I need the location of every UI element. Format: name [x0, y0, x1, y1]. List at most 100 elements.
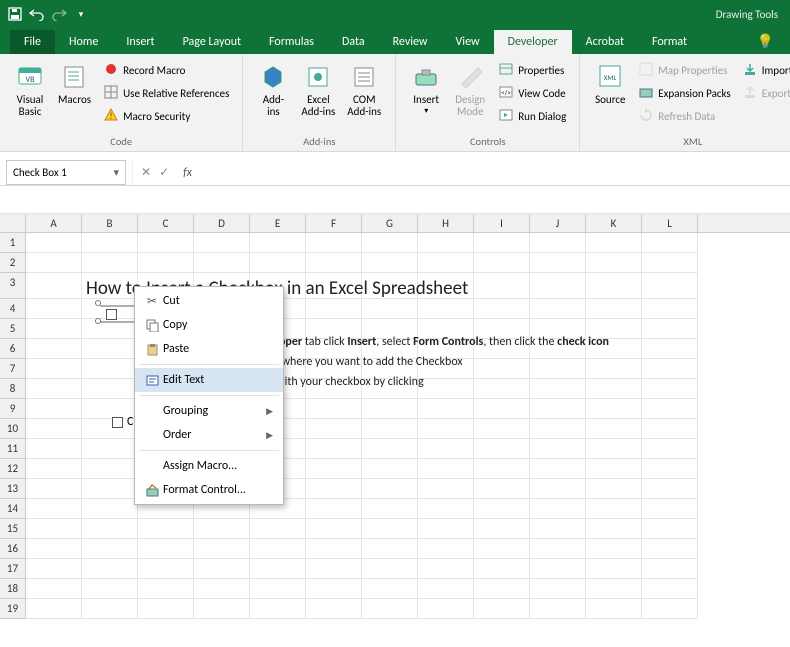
cell[interactable] — [82, 319, 138, 339]
cell[interactable] — [642, 439, 698, 459]
cell[interactable] — [82, 599, 138, 619]
cell[interactable] — [642, 253, 698, 273]
cell[interactable] — [642, 319, 698, 339]
ctx-order[interactable]: Order▶ — [135, 423, 283, 447]
cell[interactable] — [306, 579, 362, 599]
cell[interactable] — [306, 439, 362, 459]
tab-view[interactable]: View — [442, 30, 494, 54]
cell[interactable] — [306, 559, 362, 579]
cell[interactable] — [26, 579, 82, 599]
cell[interactable] — [586, 479, 642, 499]
cell[interactable] — [26, 273, 82, 299]
row-header[interactable]: 1 — [0, 233, 26, 253]
cell[interactable] — [530, 399, 586, 419]
cell[interactable] — [586, 233, 642, 253]
cell[interactable] — [530, 379, 586, 399]
cell[interactable] — [642, 599, 698, 619]
com-addins-button[interactable]: COM Add-ins — [341, 58, 387, 120]
cell[interactable] — [82, 499, 138, 519]
cell[interactable] — [642, 479, 698, 499]
row-header[interactable]: 15 — [0, 519, 26, 539]
cell[interactable] — [642, 459, 698, 479]
cell[interactable] — [418, 579, 474, 599]
addins-button[interactable]: Add- ins — [251, 58, 295, 120]
cell[interactable] — [530, 479, 586, 499]
cell[interactable] — [418, 599, 474, 619]
cell[interactable] — [194, 233, 250, 253]
run-dialog-button[interactable]: Run Dialog — [496, 106, 569, 127]
cell[interactable] — [362, 519, 418, 539]
cell[interactable] — [26, 539, 82, 559]
formula-input[interactable] — [200, 160, 790, 185]
cell[interactable] — [362, 273, 418, 299]
cell[interactable] — [418, 299, 474, 319]
cell[interactable] — [530, 359, 586, 379]
row-header[interactable]: 5 — [0, 319, 26, 339]
cell[interactable] — [642, 519, 698, 539]
col-header-H[interactable]: H — [418, 214, 474, 232]
cell[interactable] — [642, 233, 698, 253]
redo-icon[interactable] — [50, 5, 68, 23]
cell[interactable] — [418, 319, 474, 339]
row-header[interactable]: 17 — [0, 559, 26, 579]
cancel-icon[interactable]: ✕ — [141, 165, 151, 180]
cell[interactable] — [26, 319, 82, 339]
cell[interactable] — [82, 273, 138, 299]
tab-insert[interactable]: Insert — [112, 30, 168, 54]
cell[interactable] — [194, 559, 250, 579]
cell[interactable] — [418, 253, 474, 273]
cell[interactable] — [474, 439, 530, 459]
source-button[interactable]: XMLSource — [588, 58, 632, 108]
cell[interactable] — [82, 559, 138, 579]
cell[interactable] — [530, 273, 586, 299]
cell[interactable] — [530, 439, 586, 459]
cell[interactable] — [362, 459, 418, 479]
insert-control-button[interactable]: Insert▾ — [404, 58, 448, 118]
cell[interactable] — [26, 499, 82, 519]
cell[interactable] — [474, 539, 530, 559]
cell[interactable] — [418, 539, 474, 559]
cell[interactable] — [642, 579, 698, 599]
chevron-down-icon[interactable]: ▾ — [113, 166, 119, 179]
row-header[interactable]: 3 — [0, 273, 26, 299]
cell[interactable] — [474, 419, 530, 439]
tab-formulas[interactable]: Formulas — [255, 30, 328, 54]
cell[interactable] — [362, 419, 418, 439]
col-header-J[interactable]: J — [530, 214, 586, 232]
macros-button[interactable]: Macros — [52, 58, 97, 108]
cell[interactable] — [82, 459, 138, 479]
cell[interactable] — [26, 399, 82, 419]
row-header[interactable]: 16 — [0, 539, 26, 559]
cell[interactable] — [362, 399, 418, 419]
cell[interactable] — [306, 419, 362, 439]
cell[interactable] — [530, 539, 586, 559]
cell[interactable] — [250, 579, 306, 599]
cell[interactable] — [26, 359, 82, 379]
cell[interactable] — [362, 439, 418, 459]
row-header[interactable]: 19 — [0, 599, 26, 619]
row-header[interactable]: 11 — [0, 439, 26, 459]
cell[interactable] — [362, 539, 418, 559]
row-header[interactable]: 8 — [0, 379, 26, 399]
cell[interactable] — [418, 359, 474, 379]
row-header[interactable]: 14 — [0, 499, 26, 519]
tab-file[interactable]: File — [10, 30, 55, 54]
col-header-E[interactable]: E — [250, 214, 306, 232]
cell[interactable] — [642, 399, 698, 419]
cell[interactable] — [530, 299, 586, 319]
enter-icon[interactable]: ✓ — [159, 165, 169, 180]
cell[interactable] — [586, 599, 642, 619]
row-header[interactable]: 18 — [0, 579, 26, 599]
cell[interactable] — [26, 339, 82, 359]
cell[interactable] — [474, 233, 530, 253]
cell[interactable] — [530, 459, 586, 479]
ctx-paste[interactable]: Paste — [135, 337, 283, 361]
cell[interactable] — [642, 359, 698, 379]
properties-button[interactable]: Properties — [496, 60, 569, 81]
cell[interactable] — [362, 319, 418, 339]
cell[interactable] — [530, 559, 586, 579]
row-header[interactable]: 7 — [0, 359, 26, 379]
row-header[interactable]: 12 — [0, 459, 26, 479]
row-header[interactable]: 9 — [0, 399, 26, 419]
cell[interactable] — [306, 319, 362, 339]
